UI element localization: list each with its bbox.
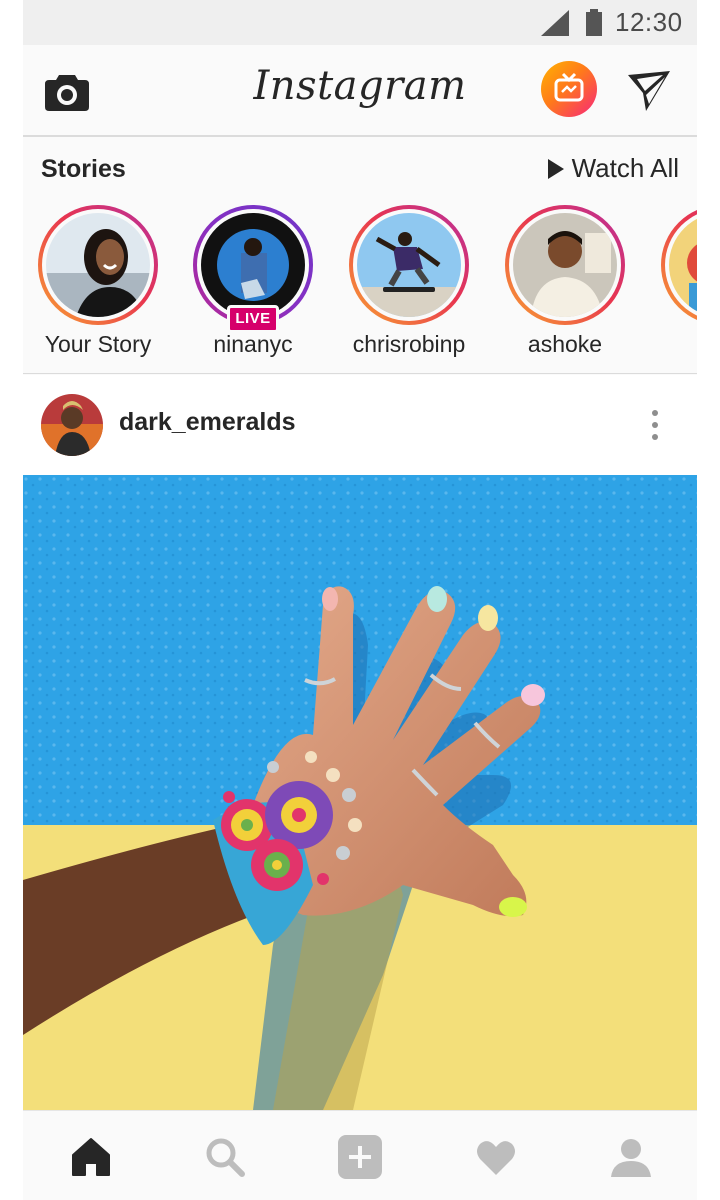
story-label: ashoke — [527, 331, 603, 357]
story-avatar — [201, 213, 305, 317]
stories-tray: Stories Watch All Your Story LIVE ninany… — [23, 139, 697, 374]
story-ninanyc[interactable]: LIVE ninanyc — [178, 205, 328, 365]
add-post-icon[interactable] — [336, 1133, 384, 1181]
bottom-navigation — [23, 1110, 697, 1200]
story-chrisrobinp[interactable]: chrisrobinp — [334, 205, 484, 365]
story-ashoke[interactable]: ashoke — [490, 205, 640, 365]
more-vertical-icon[interactable] — [643, 407, 667, 443]
post-author-avatar[interactable] — [41, 394, 103, 456]
story-ring — [661, 205, 697, 325]
story-avatar — [513, 213, 617, 317]
story-ring — [38, 205, 158, 325]
igtv-button[interactable] — [541, 61, 597, 117]
story-your-story[interactable]: Your Story — [23, 205, 173, 365]
profile-icon[interactable] — [607, 1133, 655, 1181]
story-ber[interactable]: ber — [646, 205, 697, 365]
post-photo[interactable] — [23, 475, 697, 1110]
status-bar: 12:30 — [23, 0, 697, 45]
watch-all-button[interactable]: Watch All — [547, 153, 679, 184]
story-avatar — [357, 213, 461, 317]
story-label: ninanyc — [213, 331, 293, 357]
watch-all-label: Watch All — [571, 153, 679, 183]
post-photo-illustration — [23, 475, 697, 1110]
story-label: chrisrobinp — [352, 331, 466, 357]
cell-signal-icon — [541, 10, 569, 36]
search-icon[interactable] — [201, 1133, 249, 1181]
left-margin — [0, 0, 23, 1200]
story-avatar — [669, 213, 697, 317]
activity-heart-icon[interactable] — [472, 1133, 520, 1181]
post-header: dark_emeralds — [23, 375, 697, 475]
igtv-icon — [554, 72, 584, 102]
story-avatar — [46, 213, 150, 317]
post-username[interactable]: dark_emeralds — [119, 408, 296, 437]
live-badge: LIVE — [227, 305, 279, 333]
top-app-bar: Instagram — [23, 45, 697, 137]
play-icon — [547, 158, 564, 179]
home-icon[interactable] — [67, 1133, 115, 1181]
story-label: Your Story — [44, 331, 152, 357]
story-label: ber — [646, 331, 697, 358]
right-margin — [697, 0, 720, 1200]
story-ring — [349, 205, 469, 325]
stories-title: Stories — [41, 155, 126, 183]
story-ring — [505, 205, 625, 325]
status-time: 12:30 — [615, 7, 683, 37]
direct-message-icon[interactable] — [626, 69, 672, 113]
instagram-screen: 12:30 Instagram Stories Watch All Your S… — [23, 0, 697, 1200]
phone-frame: 12:30 Instagram Stories Watch All Your S… — [0, 0, 720, 1200]
battery-icon — [586, 9, 602, 36]
